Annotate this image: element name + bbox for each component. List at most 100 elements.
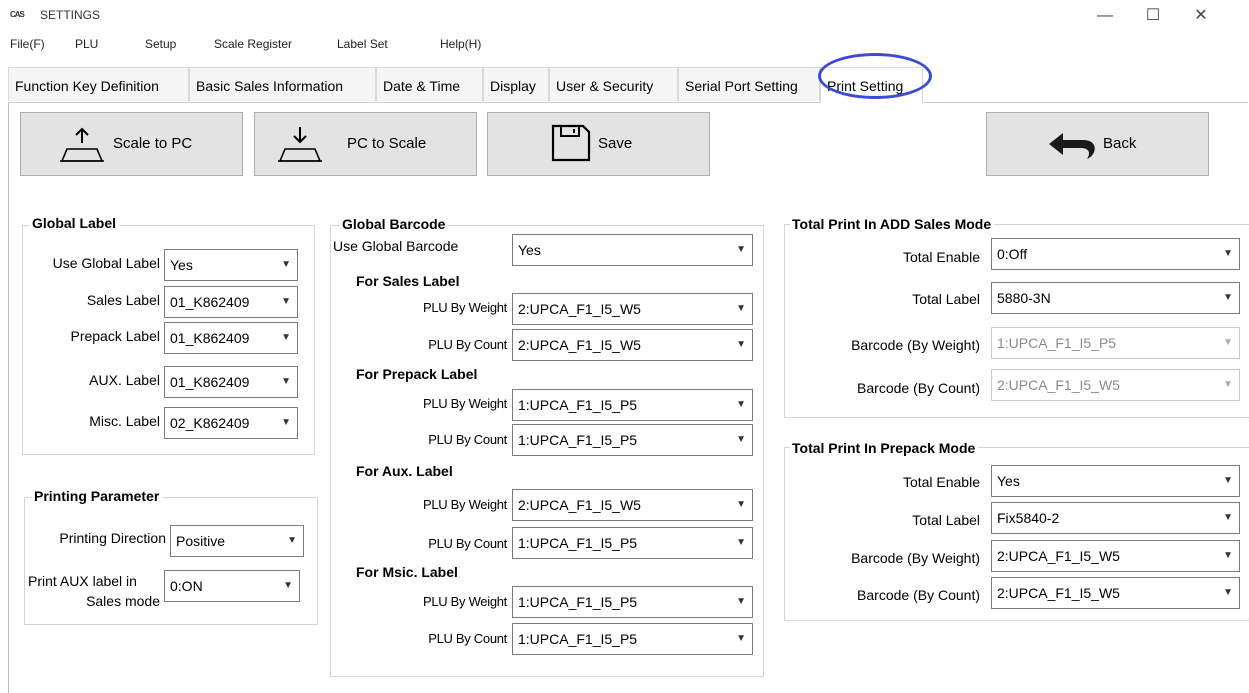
chevron-down-icon: ▼ — [736, 303, 746, 314]
printing-parameter-title: Printing Parameter — [32, 488, 163, 504]
pc-to-scale-button[interactable]: PC to Scale — [254, 112, 477, 176]
close-button[interactable]: ✕ — [1178, 0, 1224, 32]
misc-by-count-select[interactable]: 1:UPCA_F1_I5_P5 ▼ — [512, 623, 753, 655]
prepack-label-select[interactable]: 01_K862409 ▼ — [164, 322, 298, 354]
misc-label-label: Misc. Label — [89, 413, 160, 429]
printing-direction-label: Printing Direction — [59, 530, 166, 546]
add-total-enable-select[interactable]: 0:Off ▼ — [991, 238, 1240, 270]
minimize-button[interactable]: — — [1082, 0, 1128, 32]
misc-by-weight-select[interactable]: 1:UPCA_F1_I5_P5 ▼ — [512, 586, 753, 618]
scale-to-pc-label: Scale to PC — [113, 135, 193, 152]
prepack-label-value: 01_K862409 — [170, 330, 250, 346]
menu-plu[interactable]: PLU — [75, 37, 98, 51]
add-barcode-count-label: Barcode (By Count) — [857, 380, 980, 396]
aux-label-select[interactable]: 01_K862409 ▼ — [164, 366, 298, 398]
maximize-button[interactable]: ☐ — [1130, 0, 1176, 32]
chevron-down-icon: ▼ — [736, 499, 746, 510]
tab-serial-port-setting[interactable]: Serial Port Setting — [678, 67, 820, 101]
chevron-down-icon: ▼ — [281, 376, 291, 387]
chevron-down-icon: ▼ — [1223, 475, 1233, 486]
use-global-barcode-label: Use Global Barcode — [333, 238, 459, 254]
sales-label-select[interactable]: 01_K862409 ▼ — [164, 286, 298, 318]
chevron-down-icon: ▼ — [1223, 379, 1233, 390]
menu-file[interactable]: File(F) — [10, 37, 45, 51]
tab-user-security[interactable]: User & Security — [549, 67, 678, 101]
prepack-by-weight-value: 1:UPCA_F1_I5_P5 — [518, 397, 638, 413]
printing-direction-select[interactable]: Positive ▼ — [170, 525, 304, 557]
pc-to-scale-label: PC to Scale — [347, 135, 427, 152]
chevron-down-icon: ▼ — [736, 339, 746, 350]
prepack-barcode-weight-value: 2:UPCA_F1_I5_W5 — [997, 548, 1120, 564]
aux-by-count-select[interactable]: 1:UPCA_F1_I5_P5 ▼ — [512, 527, 753, 559]
scale-upload-icon — [60, 127, 104, 162]
save-button[interactable]: Save — [487, 112, 710, 176]
menu-setup[interactable]: Setup — [145, 37, 176, 51]
use-global-label-select[interactable]: Yes ▼ — [164, 249, 298, 281]
sales-by-weight-label: PLU By Weight — [422, 300, 507, 315]
chevron-down-icon: ▼ — [736, 596, 746, 607]
prepack-total-enable-select[interactable]: Yes ▼ — [991, 465, 1240, 497]
aux-by-weight-select[interactable]: 2:UPCA_F1_I5_W5 ▼ — [512, 489, 753, 521]
print-aux-value: 0:ON — [170, 578, 203, 594]
misc-barcode-heading: For Msic. Label — [356, 564, 458, 580]
chevron-down-icon: ▼ — [736, 537, 746, 548]
printing-direction-value: Positive — [176, 533, 226, 549]
scale-to-pc-button[interactable]: Scale to PC — [20, 112, 243, 176]
sales-by-weight-select[interactable]: 2:UPCA_F1_I5_W5 ▼ — [512, 293, 753, 325]
prepack-total-enable-value: Yes — [997, 473, 1020, 489]
sales-label-label: Sales Label — [86, 292, 160, 308]
add-total-label-select[interactable]: 5880-3N ▼ — [991, 282, 1240, 314]
add-barcode-weight-value: 1:UPCA_F1_I5_P5 — [997, 335, 1117, 351]
prepack-total-label-label: Total Label — [912, 512, 980, 528]
misc-by-weight-value: 1:UPCA_F1_I5_P5 — [518, 594, 638, 610]
misc-label-select[interactable]: 02_K862409 ▼ — [164, 407, 298, 439]
aux-by-weight-label: PLU By Weight — [422, 497, 507, 512]
chevron-down-icon: ▼ — [736, 244, 746, 255]
tab-function-key-definition[interactable]: Function Key Definition — [8, 67, 189, 101]
aux-label-value: 01_K862409 — [170, 374, 250, 390]
sales-label-value: 01_K862409 — [170, 294, 250, 310]
chevron-down-icon: ▼ — [281, 259, 291, 270]
tab-display[interactable]: Display — [483, 67, 549, 101]
back-button[interactable]: Back — [986, 112, 1209, 176]
prepack-total-enable-label: Total Enable — [902, 474, 980, 490]
prepack-by-weight-select[interactable]: 1:UPCA_F1_I5_P5 ▼ — [512, 389, 753, 421]
menu-scale-register[interactable]: Scale Register — [214, 37, 292, 51]
app-icon: CAS — [10, 10, 25, 19]
prepack-by-count-value: 1:UPCA_F1_I5_P5 — [518, 432, 638, 448]
aux-by-weight-value: 2:UPCA_F1_I5_W5 — [518, 497, 641, 513]
chevron-down-icon: ▼ — [1223, 248, 1233, 259]
tab-basic-sales-information[interactable]: Basic Sales Information — [189, 67, 376, 101]
chevron-down-icon: ▼ — [287, 535, 297, 546]
prepack-by-count-select[interactable]: 1:UPCA_F1_I5_P5 ▼ — [512, 424, 753, 456]
aux-label-label: AUX. Label — [89, 372, 160, 388]
chevron-down-icon: ▼ — [281, 332, 291, 343]
sales-barcode-heading: For Sales Label — [356, 273, 460, 289]
prepack-barcode-count-label: Barcode (By Count) — [857, 587, 980, 603]
add-barcode-count-select[interactable]: 2:UPCA_F1_I5_W5 ▼ — [991, 369, 1240, 401]
menu-label-set[interactable]: Label Set — [337, 37, 388, 51]
prepack-total-label-select[interactable]: Fix5840-2 ▼ — [991, 502, 1240, 534]
misc-by-count-label: PLU By Count — [428, 631, 507, 646]
tab-print-setting[interactable]: Print Setting — [820, 67, 923, 103]
sales-by-count-select[interactable]: 2:UPCA_F1_I5_W5 ▼ — [512, 329, 753, 361]
floppy-disk-icon — [551, 124, 591, 162]
prepack-barcode-weight-select[interactable]: 2:UPCA_F1_I5_W5 ▼ — [991, 540, 1240, 572]
prepack-barcode-count-value: 2:UPCA_F1_I5_W5 — [997, 585, 1120, 601]
print-aux-label-line1: Print AUX label in — [28, 573, 137, 589]
tab-strip: Function Key Definition Basic Sales Info… — [8, 67, 1248, 103]
add-barcode-weight-select[interactable]: 1:UPCA_F1_I5_P5 ▼ — [991, 327, 1240, 359]
use-global-barcode-select[interactable]: Yes ▼ — [512, 234, 753, 266]
misc-by-count-value: 1:UPCA_F1_I5_P5 — [518, 631, 638, 647]
chevron-down-icon: ▼ — [281, 296, 291, 307]
menu-help[interactable]: Help(H) — [440, 37, 481, 51]
use-global-label-value: Yes — [170, 257, 193, 273]
tab-date-time[interactable]: Date & Time — [376, 67, 483, 101]
prepack-by-count-label: PLU By Count — [428, 432, 507, 447]
add-total-label-label: Total Label — [912, 291, 980, 307]
prepack-barcode-count-select[interactable]: 2:UPCA_F1_I5_W5 ▼ — [991, 577, 1240, 609]
title-bar: CAS SETTINGS — ☐ ✕ — [0, 0, 1249, 32]
save-label: Save — [598, 135, 633, 152]
chevron-down-icon: ▼ — [736, 399, 746, 410]
print-aux-select[interactable]: 0:ON ▼ — [164, 570, 300, 602]
